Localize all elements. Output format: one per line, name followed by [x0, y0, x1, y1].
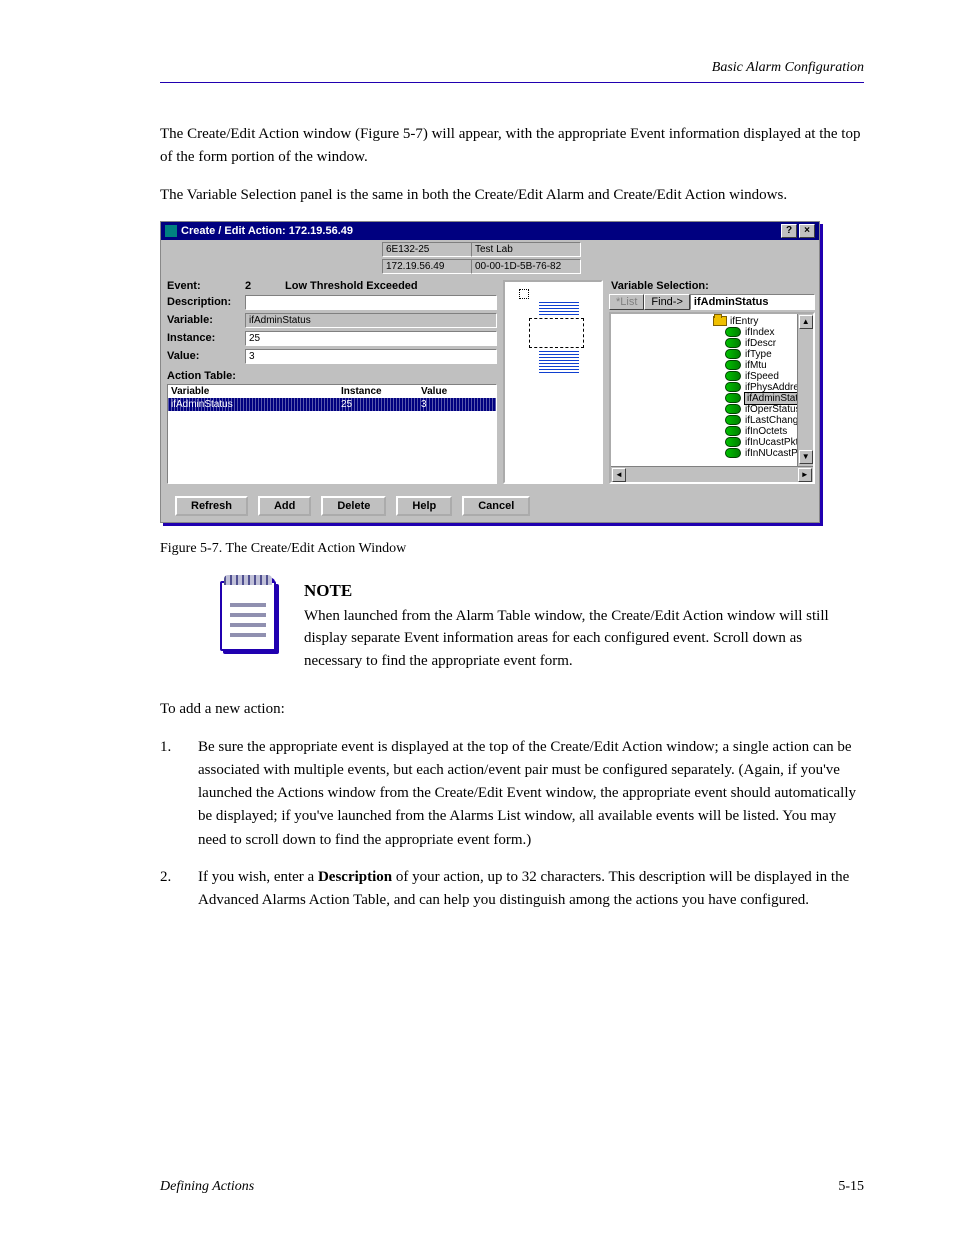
- para-2: The Variable Selection panel is the same…: [160, 184, 864, 207]
- variable-tree[interactable]: ifEntry ifIndexifDescrifTypeifMtuifSpeed…: [609, 312, 815, 484]
- at-cell-instance: 25: [341, 399, 421, 410]
- step-item: 1.Be sure the appropriate event is displ…: [160, 736, 864, 852]
- step-number: 2.: [160, 866, 180, 913]
- at-cell-variable: ifAdminStatus: [171, 399, 341, 410]
- tree-leaf-label: ifSpeed: [745, 371, 779, 382]
- info-model: 6E132-25: [382, 242, 472, 257]
- leaf-icon: [725, 349, 741, 359]
- info-loc: Test Lab: [471, 242, 581, 257]
- leaf-icon: [725, 437, 741, 447]
- variable-field: ifAdminStatus: [245, 313, 497, 328]
- note-block: NOTE When launched from the Alarm Table …: [220, 581, 864, 673]
- info-row-2: 172.19.56.49 00-00-1D-5B-76-82: [161, 257, 819, 274]
- scroll-left-icon[interactable]: ◄: [612, 468, 626, 482]
- tree-leaf-label: ifType: [745, 349, 772, 360]
- list-button[interactable]: *List: [609, 294, 644, 310]
- value-input[interactable]: 3: [245, 349, 497, 364]
- figure-window: Create / Edit Action: 172.19.56.49 ? × 6…: [160, 221, 820, 523]
- titlebar: Create / Edit Action: 172.19.56.49 ? ×: [161, 222, 819, 240]
- delete-button[interactable]: Delete: [321, 496, 386, 516]
- variable-search-input[interactable]: ifAdminStatus: [690, 294, 815, 310]
- note-icon: [220, 581, 276, 651]
- tree-leaf-label: ifDescr: [745, 338, 776, 349]
- tree-leaf-label: ifInOctets: [745, 426, 787, 437]
- folder-icon: [713, 316, 727, 326]
- at-head-instance: Instance: [341, 386, 421, 397]
- cancel-button[interactable]: Cancel: [462, 496, 530, 516]
- leaf-icon: [725, 426, 741, 436]
- leaf-icon: [725, 371, 741, 381]
- leaf-icon: [725, 360, 741, 370]
- scroll-up-icon[interactable]: ▲: [799, 315, 813, 329]
- at-head-value: Value: [421, 386, 493, 397]
- list-intro: To add a new action:: [160, 698, 864, 721]
- leaf-icon: [725, 338, 741, 348]
- page-footer: Defining Actions 5-15: [160, 1179, 864, 1195]
- tree-folder-label: ifEntry: [730, 316, 758, 327]
- para-1: The Create/Edit Action window (Figure 5-…: [160, 123, 864, 170]
- header-section: Basic Alarm Configuration: [160, 60, 864, 76]
- step-number: 1.: [160, 736, 180, 852]
- leaf-icon: [725, 448, 741, 458]
- description-input[interactable]: [245, 295, 497, 310]
- form-area: Event: 2 Low Threshold Exceeded Descript…: [167, 280, 497, 484]
- figure-caption: Figure 5-7. The Create/Edit Action Windo…: [160, 541, 864, 557]
- step-item: 2. If you wish, enter a Description of yo…: [160, 866, 864, 913]
- value-label: Value:: [167, 350, 245, 362]
- header-rule: [160, 82, 864, 83]
- scroll-down-icon[interactable]: ▼: [799, 450, 813, 464]
- description-label: Description:: [167, 296, 245, 308]
- info-row-1: 6E132-25 Test Lab: [161, 240, 819, 257]
- overview-panel: [503, 280, 603, 484]
- instance-label: Instance:: [167, 332, 245, 344]
- info-ip: 172.19.56.49: [382, 259, 472, 274]
- refresh-button[interactable]: Refresh: [175, 496, 248, 516]
- leaf-icon: [725, 404, 741, 414]
- note-heading: NOTE: [304, 581, 864, 601]
- event-number: 2: [245, 280, 285, 292]
- tree-scrollbar-horizontal[interactable]: ◄ ►: [611, 466, 813, 482]
- variable-selection-panel: Variable Selection: *List Find-> ifAdmin…: [609, 280, 815, 484]
- tree-leaf-label: ifInUcastPkts: [745, 437, 803, 448]
- footer-left: Defining Actions: [160, 1179, 254, 1195]
- step-text: If you wish, enter a Description of your…: [198, 866, 864, 913]
- tree-leaf-label: ifIndex: [745, 327, 774, 338]
- button-row: Refresh Add Delete Help Cancel: [161, 492, 819, 522]
- info-mac: 00-00-1D-5B-76-82: [471, 259, 581, 274]
- instance-input[interactable]: 25: [245, 331, 497, 346]
- at-row-selected[interactable]: ifAdminStatus 25 3: [168, 398, 496, 411]
- app-icon: [165, 225, 177, 237]
- tree-leaf-label: ifMtu: [745, 360, 767, 371]
- help-button[interactable]: Help: [396, 496, 452, 516]
- footer-right: 5-15: [838, 1179, 864, 1195]
- tree-leaf-label: ifOperStatus: [745, 404, 801, 415]
- note-body: When launched from the Alarm Table windo…: [304, 605, 864, 673]
- step-text: Be sure the appropriate event is display…: [198, 736, 864, 852]
- tree-leaf-label: ifLastChange: [745, 415, 804, 426]
- event-label: Event:: [167, 280, 245, 292]
- action-table[interactable]: Variable Instance Value ifAdminStatus 25…: [167, 384, 497, 484]
- action-table-label: Action Table:: [167, 370, 497, 382]
- window-title: Create / Edit Action: 172.19.56.49: [181, 225, 353, 237]
- variable-label: Variable:: [167, 314, 245, 326]
- at-head-variable: Variable: [171, 386, 341, 397]
- leaf-icon: [725, 393, 741, 403]
- leaf-icon: [725, 382, 741, 392]
- leaf-icon: [725, 415, 741, 425]
- tree-scrollbar-vertical[interactable]: ▲ ▼: [797, 314, 813, 466]
- event-text: Low Threshold Exceeded: [285, 280, 418, 292]
- leaf-icon: [725, 327, 741, 337]
- at-cell-value: 3: [421, 399, 493, 410]
- find-button[interactable]: Find->: [644, 294, 690, 310]
- variable-selection-label: Variable Selection:: [611, 280, 815, 292]
- help-titlebar-button[interactable]: ?: [781, 224, 797, 238]
- close-titlebar-button[interactable]: ×: [799, 224, 815, 238]
- add-button[interactable]: Add: [258, 496, 311, 516]
- scroll-right-icon[interactable]: ►: [798, 468, 812, 482]
